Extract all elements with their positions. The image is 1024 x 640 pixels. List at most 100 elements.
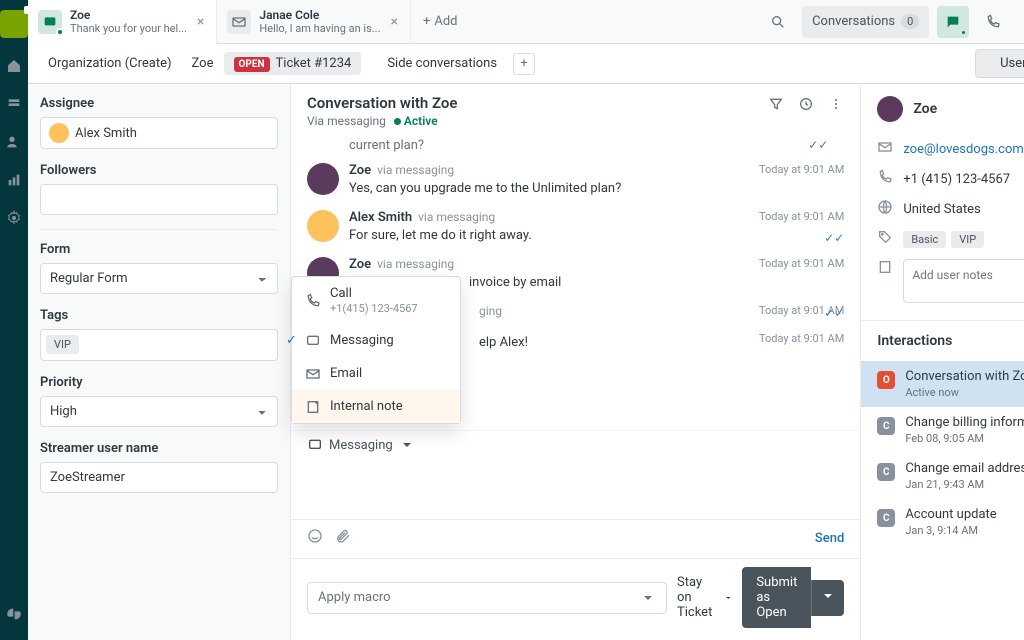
followers-label: Followers [40,163,278,178]
user-phone: +1 (415) 123-4567 [877,164,1024,194]
nav-rail [0,0,28,640]
filter-icon[interactable] [768,96,784,116]
conv-count: 0 [901,14,919,29]
topbar: ZoeThank you for your hel... × Janae Col… [28,0,1024,44]
chevron-down-icon [724,590,732,606]
conversation-pane: Conversation with Zoe Via messagingActiv… [290,84,861,640]
avatar [49,123,69,143]
zendesk-icon[interactable] [4,604,24,624]
search-icon[interactable] [762,6,794,38]
views-icon[interactable] [4,94,24,114]
mail-icon [304,366,322,382]
status-active: Active [404,114,438,128]
side-conversations[interactable]: Side conversations [377,52,507,75]
user-name: Zoe [913,101,1024,117]
attach-icon[interactable] [335,528,351,548]
timestamp: Today at 9:01 AM [759,210,844,223]
notes-icon [877,259,893,279]
tab-title: Janae Cole [259,8,380,22]
crumb-org[interactable]: Organization (Create) [38,52,182,75]
tab-janae[interactable]: Janae ColeHello, I am having an is... × [217,0,411,44]
tag-chip: VIP [46,335,79,354]
breadcrumb-bar: Organization (Create) Zoe OPENTicket #12… [28,44,1024,84]
priority-select[interactable]: High [40,396,278,427]
chevron-down-icon [640,590,656,606]
assignee-field[interactable]: Alex Smith [40,117,278,149]
conversations-button[interactable]: Conversations0 [802,6,929,38]
submit-button[interactable]: Submit as Open [742,567,811,628]
message: Alex Smithvia messagingFor sure, let me … [307,210,844,243]
chat-icon [307,437,323,453]
crumb-name[interactable]: Zoe [182,52,224,75]
reports-icon[interactable] [4,170,24,190]
popup-internal-note[interactable]: Internal note [292,390,460,423]
interaction-item[interactable]: CChange email addressJan 21, 9:43 AM [861,453,1024,499]
brand-logo[interactable] [0,10,28,38]
status-badge: C [877,463,895,481]
popup-email[interactable]: Email [292,357,460,390]
status-badge: O [877,371,895,389]
streamer-label: Streamer user name [40,441,278,456]
home-icon[interactable] [4,56,24,76]
status-badge: C [877,417,895,435]
assignee-label: Assignee [40,96,278,111]
form-label: Form [40,242,278,257]
avatar [877,96,903,122]
interactions-list: OConversation with ZoeActive now CChange… [861,361,1024,555]
stay-on-ticket[interactable]: Stay on Ticket [677,575,732,620]
user-notes-field[interactable] [903,259,1024,303]
close-icon[interactable]: × [195,12,206,32]
tab-zoe[interactable]: ZoeThank you for your hel... × [28,0,217,44]
tab-title: Zoe [70,8,187,22]
add-side-conv-button[interactable]: + [513,53,535,75]
tags-field[interactable]: VIP [40,329,278,361]
add-tab-button[interactable]: + Add [411,14,470,29]
call-icon[interactable] [977,6,1009,38]
tab-sub: Thank you for your hel... [70,22,187,35]
macro-select[interactable]: Apply macro [307,582,667,614]
send-button[interactable]: Send [815,531,844,546]
popup-call[interactable]: Call+1(415) 123-4567 [292,277,460,324]
tab-user[interactable]: User [976,50,1024,77]
user-notes-row [877,254,1024,308]
form-select[interactable]: Regular Form [40,263,278,294]
user-apps-tabs: User Apps [975,49,1024,78]
footer-bar: Apply macro Stay on Ticket Submit as Ope… [291,558,860,640]
read-receipt-icon: ✓✓ [808,138,828,152]
interaction-item[interactable]: CChange billing informationFeb 08, 9:05 … [861,407,1024,453]
status-badge: C [877,509,895,527]
channel-selector[interactable]: Messaging [291,430,860,459]
close-icon[interactable]: × [388,12,399,32]
read-receipt-icon: ✓✓ [824,306,844,320]
tags-label: Tags [40,308,278,323]
settings-icon[interactable] [4,208,24,228]
timestamp: Today at 9:01 AM [759,332,844,345]
ticket-fields-pane: Assignee Alex Smith Followers Form Regul… [28,84,290,640]
note-icon [304,399,322,415]
submit-group: Submit as Open [742,567,844,628]
interaction-item[interactable]: OConversation with ZoeActive now [861,361,1024,407]
streamer-field[interactable] [40,462,278,493]
chat-icon [304,333,322,349]
phone-icon [304,293,322,309]
timestamp: Today at 9:01 AM [759,163,844,176]
globe-icon [877,199,893,219]
mail-icon [227,10,251,34]
crumb-ticket[interactable]: OPENTicket #1234 [224,52,362,75]
user-tags: BasicVIP [877,224,1024,254]
customers-icon[interactable] [4,132,24,152]
emoji-icon[interactable] [307,528,323,548]
chat-status-icon[interactable] [937,6,969,38]
user-email[interactable]: zoe@lovesdogs.com [877,134,1024,164]
interaction-item[interactable]: CAccount updateJan 3, 9:14 AM [861,499,1024,545]
tab-sub: Hello, I am having an is... [259,22,380,35]
channel-popup: Call+1(415) 123-4567 ✓Messaging Email In… [291,276,461,424]
notifications-icon[interactable]: 1 [1017,6,1024,38]
history-icon[interactable] [798,96,814,116]
priority-label: Priority [40,375,278,390]
read-receipt-icon: ✓✓ [824,231,844,245]
popup-messaging[interactable]: ✓Messaging [292,324,460,357]
more-icon[interactable] [828,96,844,116]
followers-field[interactable] [40,184,278,215]
submit-dropdown[interactable] [811,580,844,616]
